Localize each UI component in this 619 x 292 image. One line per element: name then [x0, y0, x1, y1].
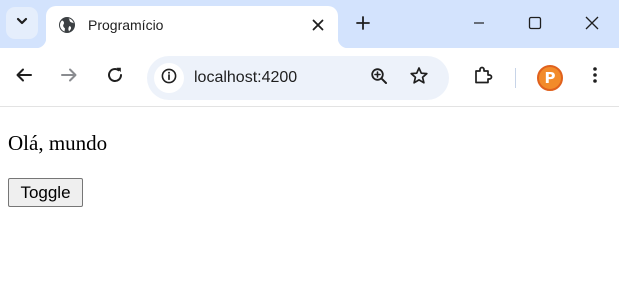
minimize-button[interactable] [466, 12, 492, 38]
globe-icon [58, 16, 76, 34]
back-button[interactable] [9, 62, 39, 92]
forward-button[interactable] [54, 62, 84, 92]
extensions-icon [473, 65, 493, 90]
zoom-icon [370, 67, 388, 90]
url-text[interactable]: localhost:4200 [194, 69, 297, 87]
page-content: Olá, mundo Toggle [0, 108, 619, 292]
profile-avatar[interactable]: P [537, 65, 563, 91]
more-vert-icon [592, 66, 598, 89]
forward-arrow-icon [60, 66, 78, 89]
browser-toolbar: localhost:4200 P [0, 48, 619, 107]
tab-title: Programício [88, 17, 164, 33]
address-bar[interactable]: localhost:4200 [147, 56, 449, 100]
reload-icon [106, 66, 124, 89]
info-icon [161, 68, 177, 89]
chevron-down-icon [15, 14, 29, 33]
window-close-button[interactable] [579, 12, 605, 38]
new-tab-button[interactable] [351, 13, 375, 37]
tab-strip: Programício [0, 0, 619, 48]
plus-icon [356, 15, 370, 35]
profile-initial: P [544, 69, 556, 87]
toolbar-divider [515, 68, 516, 88]
greeting-text: Olá, mundo [8, 131, 108, 155]
maximize-icon [528, 16, 542, 35]
browser-menu-button[interactable] [580, 62, 610, 92]
close-icon[interactable] [308, 15, 328, 35]
window-close-icon [585, 16, 599, 35]
bookmark-button[interactable] [406, 65, 432, 91]
tab-search-button[interactable] [6, 7, 38, 39]
zoom-button[interactable] [366, 65, 392, 91]
toggle-button[interactable]: Toggle [8, 178, 83, 207]
reload-button[interactable] [100, 62, 130, 92]
site-info-button[interactable] [154, 63, 184, 93]
back-arrow-icon [15, 66, 33, 89]
maximize-button[interactable] [522, 12, 548, 38]
extensions-button[interactable] [468, 62, 498, 92]
minimize-icon [473, 16, 485, 34]
star-icon [409, 66, 429, 91]
active-tab[interactable]: Programício [36, 6, 348, 48]
